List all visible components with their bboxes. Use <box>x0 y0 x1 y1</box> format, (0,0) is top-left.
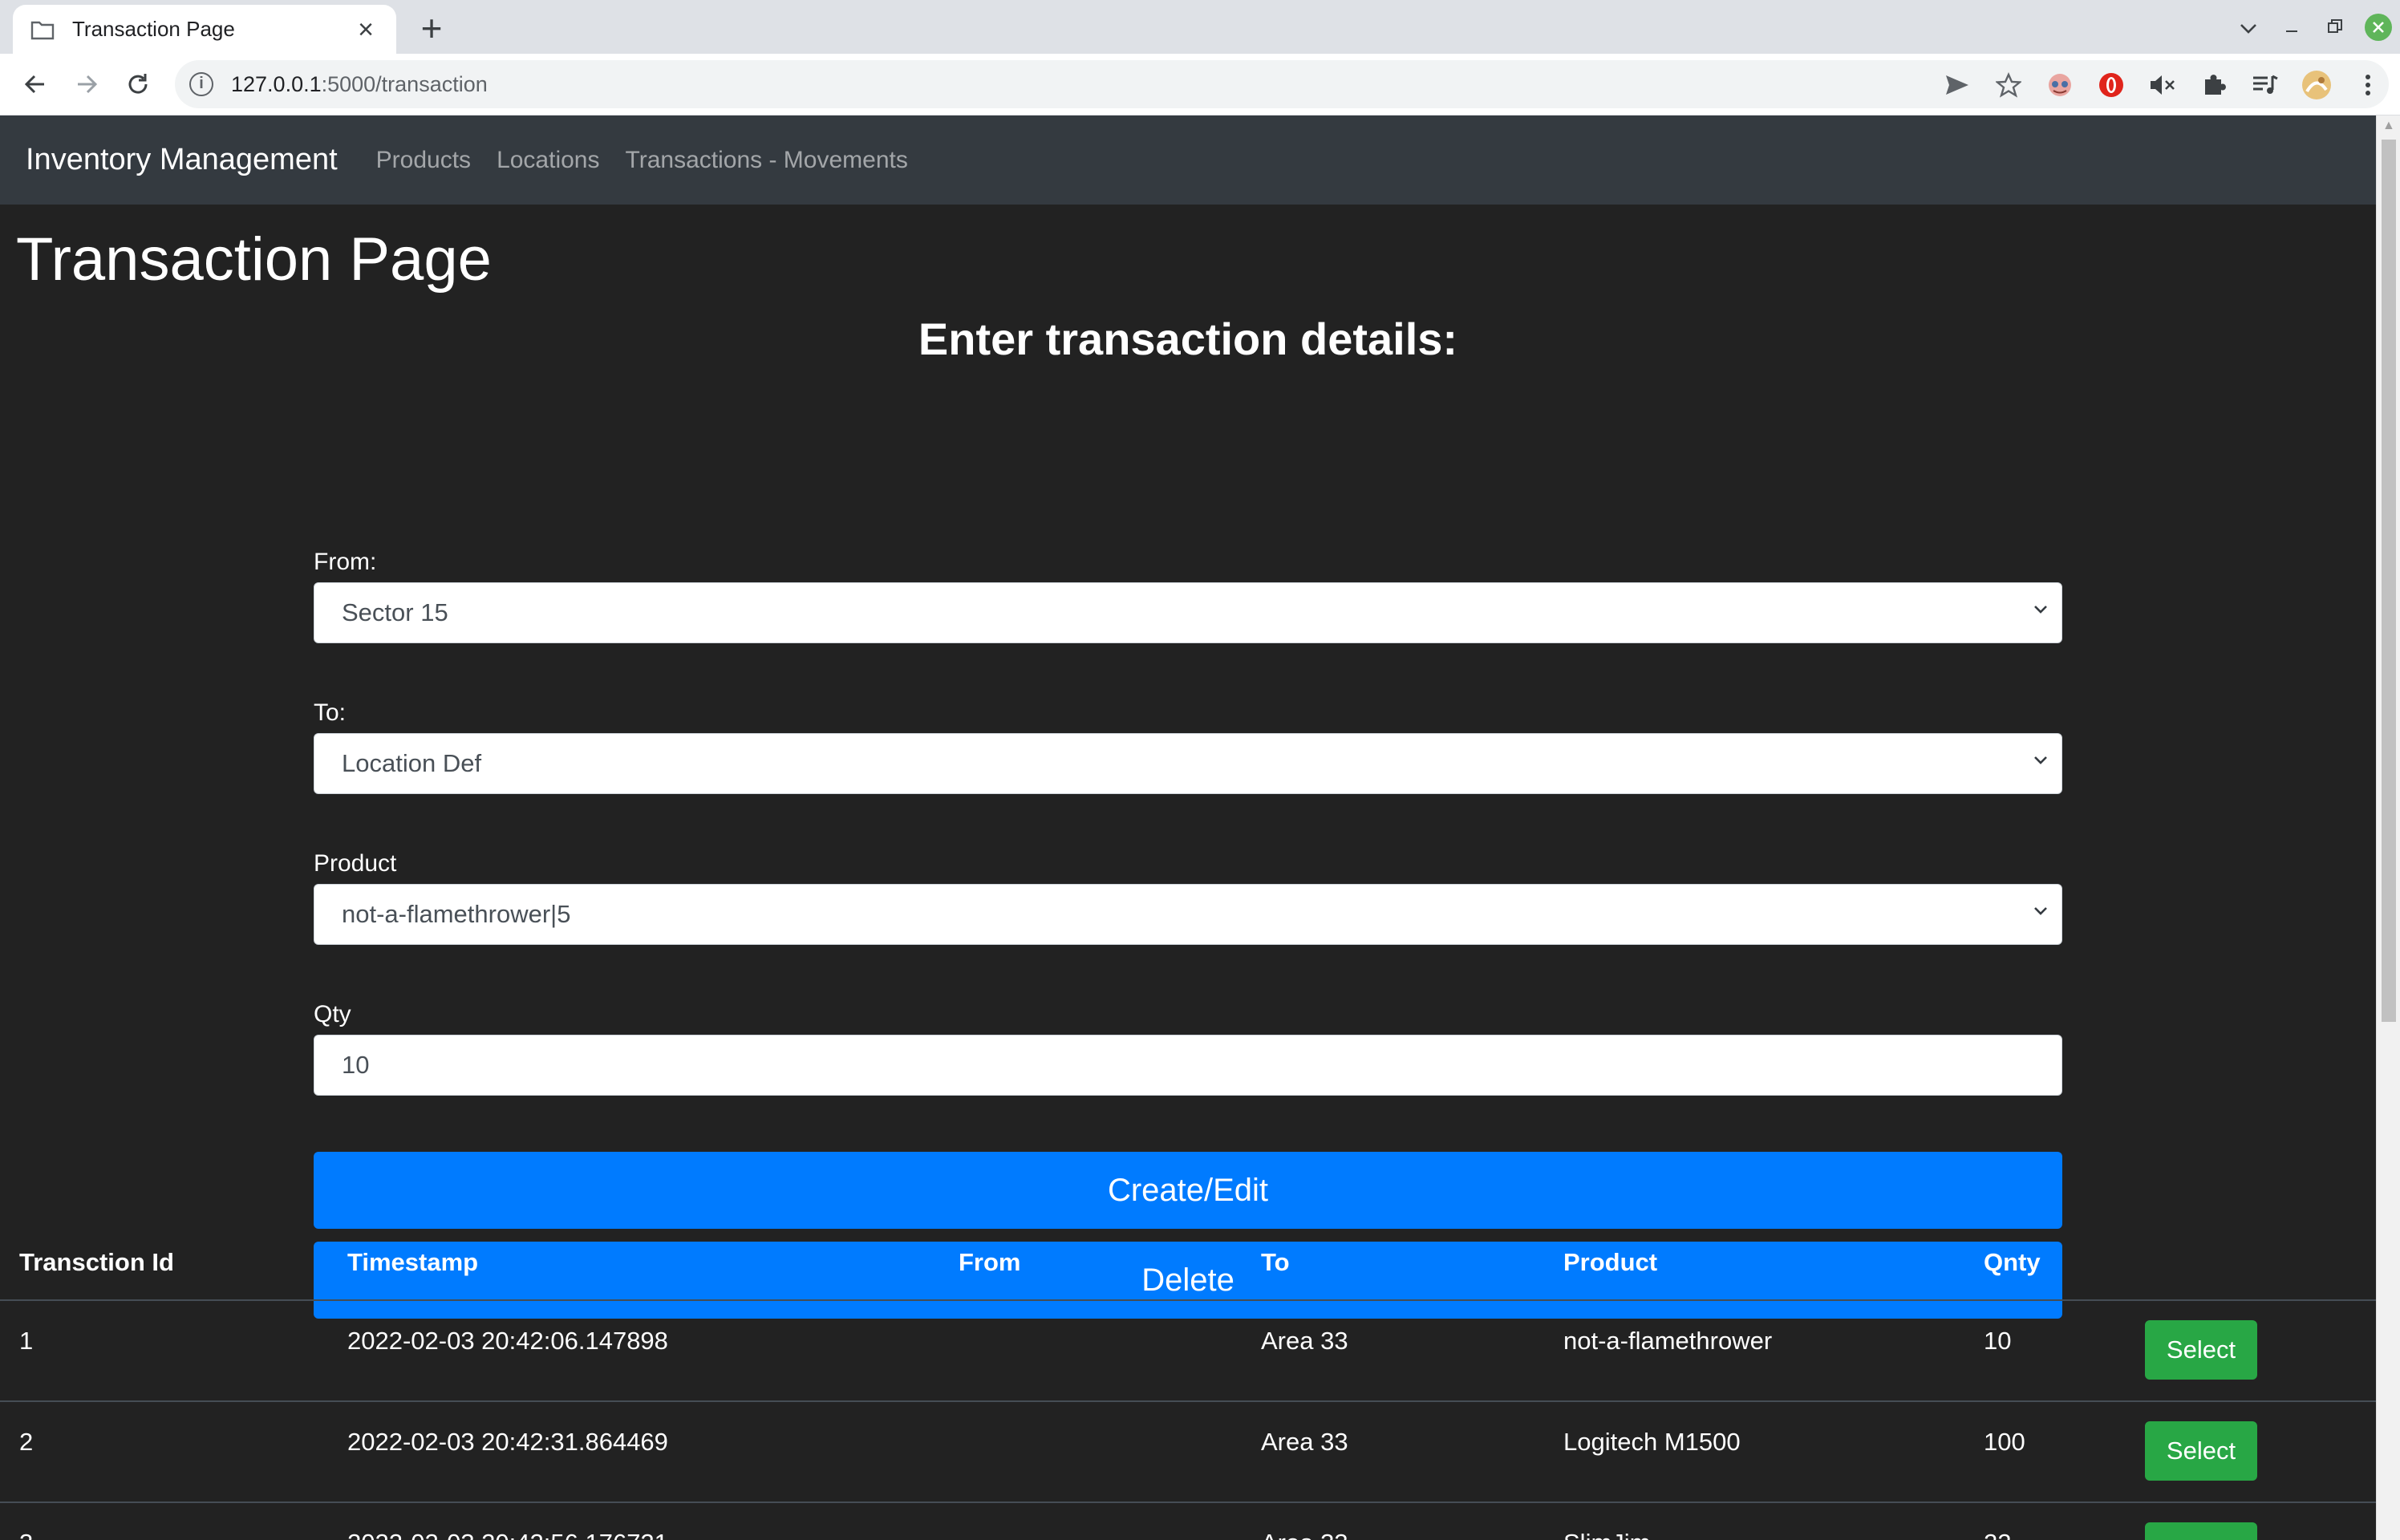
from-label: From: <box>314 549 377 575</box>
cell-timestamp: 2022-02-03 20:42:06.147898 <box>347 1327 668 1355</box>
chevron-down-icon <box>2034 606 2047 614</box>
avatar-icon[interactable] <box>2299 67 2334 103</box>
chevron-down-icon <box>2034 756 2047 764</box>
to-group: To: Location Def <box>314 699 2062 794</box>
cell-qty: 10 <box>1984 1327 2012 1355</box>
header-timestamp: Timestamp <box>347 1248 479 1276</box>
table-header-row: Transction Id Timestamp From To Product … <box>0 1219 2376 1299</box>
qty-label: Qty <box>314 1001 351 1027</box>
profile-extension-icon[interactable] <box>2042 67 2078 103</box>
opera-icon[interactable] <box>2094 67 2129 103</box>
toolbar-icons <box>1940 54 2386 116</box>
browser-tab-strip: Transaction Page × + <box>0 0 2400 54</box>
site-info-icon[interactable]: i <box>189 72 213 96</box>
qty-group: Qty 10 <box>314 1001 2062 1096</box>
to-select[interactable]: Location Def <box>314 733 2062 794</box>
cell-id: 1 <box>19 1327 34 1355</box>
star-icon[interactable] <box>1991 67 2026 103</box>
header-to: To <box>1261 1248 1290 1276</box>
from-group: From: Sector 15 <box>314 549 2062 643</box>
header-id: Transction Id <box>19 1248 174 1276</box>
back-icon[interactable] <box>16 65 55 103</box>
form-heading: Enter transaction details: <box>918 314 1458 364</box>
page-title: Transaction Page <box>16 225 492 294</box>
cell-timestamp: 2022-02-03 20:42:56.176721 <box>347 1529 668 1540</box>
product-group: Product not-a-flamethrower|5 <box>314 850 2062 945</box>
page-viewport: Inventory Management Products Locations … <box>0 116 2376 1540</box>
header-qty: Qnty <box>1984 1248 2041 1276</box>
folder-icon <box>30 18 56 41</box>
cell-id: 2 <box>19 1428 34 1456</box>
qty-input[interactable]: 10 <box>314 1035 2062 1096</box>
from-select[interactable]: Sector 15 <box>314 582 2062 643</box>
header-product: Product <box>1563 1248 1658 1276</box>
select-button[interactable]: Select <box>2145 1421 2257 1481</box>
nav-link-locations[interactable]: Locations <box>497 147 599 174</box>
url-path: :5000/transaction <box>321 71 488 96</box>
menu-dots-icon[interactable] <box>2350 67 2386 103</box>
scroll-up-icon[interactable]: ▲ <box>2382 119 2395 133</box>
product-label: Product <box>314 850 397 877</box>
select-button[interactable]: Select <box>2145 1320 2257 1380</box>
table-row: 3 2022-02-03 20:42:56.176721 Area 33 Sli… <box>0 1502 2376 1540</box>
table-row: 1 2022-02-03 20:42:06.147898 Area 33 not… <box>0 1299 2376 1400</box>
tab-search-icon[interactable] <box>2227 0 2270 54</box>
forward-icon[interactable] <box>67 65 106 103</box>
from-value: Sector 15 <box>342 598 448 626</box>
reload-icon[interactable] <box>119 65 157 103</box>
page-scrollbar[interactable]: ▲ <box>2376 116 2400 1540</box>
browser-toolbar: i 127.0.0.1:5000/transaction <box>0 54 2400 116</box>
product-select[interactable]: not-a-flamethrower|5 <box>314 884 2062 945</box>
cell-qty: 100 <box>1984 1428 2025 1456</box>
send-icon[interactable] <box>1940 67 1975 103</box>
create-edit-button[interactable]: Create/Edit <box>314 1152 2062 1229</box>
to-label: To: <box>314 699 347 726</box>
nav-link-products[interactable]: Products <box>376 147 471 174</box>
brand-link[interactable]: Inventory Management <box>26 143 338 177</box>
qty-value: 10 <box>342 1051 370 1079</box>
table-row: 2 2022-02-03 20:42:31.864469 Area 33 Log… <box>0 1400 2376 1502</box>
cell-to: Area 33 <box>1261 1428 1348 1456</box>
puzzle-icon[interactable] <box>2196 67 2232 103</box>
site-navbar: Inventory Management Products Locations … <box>0 116 2376 205</box>
new-tab-button[interactable]: + <box>416 10 448 47</box>
minimize-icon[interactable] <box>2270 0 2313 54</box>
cell-product: Logitech M1500 <box>1563 1428 1741 1456</box>
to-value: Location Def <box>342 749 482 777</box>
tab-close-icon[interactable]: × <box>353 16 379 43</box>
chevron-down-icon <box>2034 907 2047 915</box>
mute-icon[interactable] <box>2145 67 2180 103</box>
browser-tab[interactable]: Transaction Page × <box>13 5 396 54</box>
restore-icon[interactable] <box>2313 0 2357 54</box>
cell-to: Area 33 <box>1261 1327 1348 1355</box>
cell-qty: 22 <box>1984 1529 2011 1540</box>
cell-to: Area 33 <box>1261 1529 1348 1540</box>
cell-product: not-a-flamethrower <box>1563 1327 1773 1355</box>
header-from: From <box>959 1248 1021 1276</box>
url-host: 127.0.0.1 <box>231 71 322 96</box>
select-button[interactable]: Select <box>2145 1522 2257 1540</box>
cell-product: SlimJim <box>1563 1529 1651 1540</box>
product-value: not-a-flamethrower|5 <box>342 900 571 928</box>
media-queue-icon[interactable] <box>2248 67 2283 103</box>
close-window-icon[interactable] <box>2365 13 2392 41</box>
nav-link-transactions[interactable]: Transactions - Movements <box>626 147 908 174</box>
window-controls <box>2227 0 2400 54</box>
cell-timestamp: 2022-02-03 20:42:31.864469 <box>347 1428 668 1456</box>
cell-id: 3 <box>19 1529 33 1540</box>
tab-title: Transaction Page <box>72 17 235 41</box>
scroll-thumb[interactable] <box>2382 140 2396 1022</box>
